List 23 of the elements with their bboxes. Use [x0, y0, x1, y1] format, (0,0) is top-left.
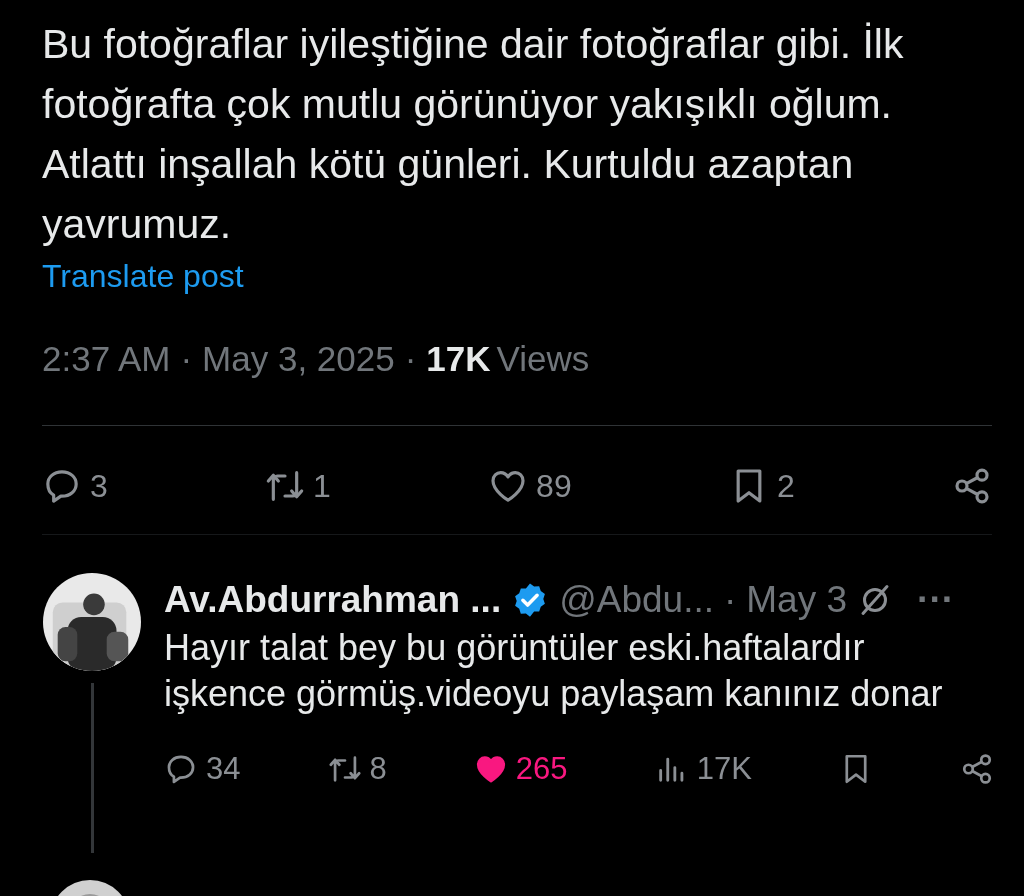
action-count: 8 — [369, 751, 387, 787]
action-count: 34 — [206, 751, 241, 787]
action-count: 2 — [776, 467, 795, 505]
action-count: 17K — [696, 751, 752, 787]
separator-dot: · — [180, 339, 193, 379]
views-label: Views — [496, 339, 590, 379]
post-text: Bu fotoğraflar iyileştiğine dair fotoğraflar gibi. İlk fotoğrafta çok mutlu görünüyor yakışıklı oğlum. Atlattı inşallah kötü günleri. Kurtuldu azaptan yavrumuz. — [42, 20, 905, 249]
separator-dot: · — [723, 579, 737, 621]
reply-date: May 3 — [746, 579, 848, 621]
share-icon[interactable] — [952, 466, 992, 506]
separator-dot: · — [404, 339, 417, 379]
author-handle[interactable]: @Abdu... — [559, 579, 714, 621]
post-time: 2:37 AM — [42, 339, 171, 379]
action-count: 1 — [313, 467, 331, 505]
action-count: 89 — [536, 467, 572, 505]
action-count: 265 — [515, 751, 568, 787]
views-count: 17K — [426, 339, 491, 379]
author-name[interactable]: Av.Abdurrahman ... — [164, 579, 502, 621]
post-date: May 3, 2025 — [202, 339, 395, 379]
translate-link[interactable]: Translate post — [42, 258, 244, 295]
more-button[interactable]: ··· — [917, 579, 955, 621]
action-count: 3 — [90, 467, 108, 505]
reply-text: Hayır talat bey bu görüntüler eski.haftalardır işkence görmüş.videoyu paylaşam kanınız donar — [164, 626, 944, 716]
